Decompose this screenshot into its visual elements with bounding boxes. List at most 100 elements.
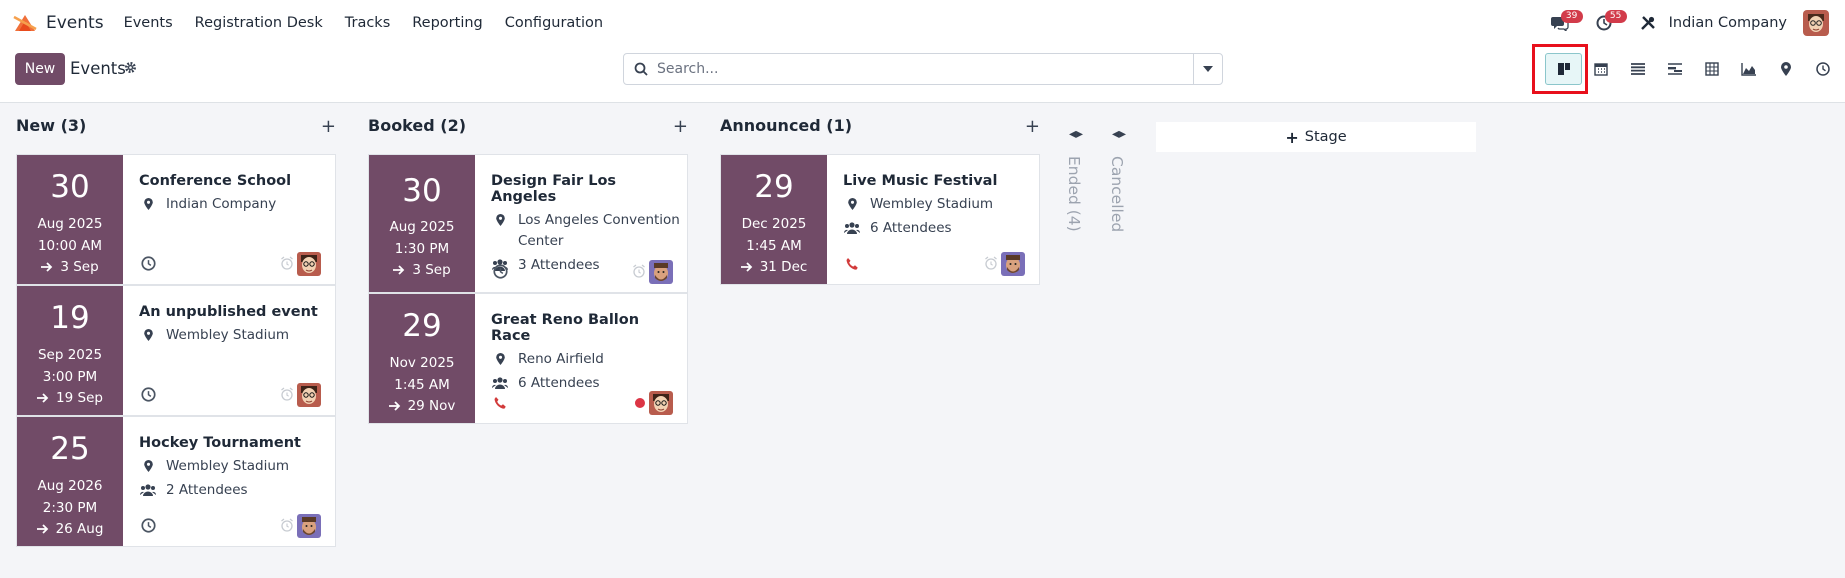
alarm-clock-icon[interactable] (984, 255, 998, 274)
menu-configuration[interactable]: Configuration (505, 15, 603, 31)
phone-activity-icon[interactable] (845, 256, 859, 275)
kanban-icon (1557, 63, 1570, 75)
messages-button[interactable]: 39 (1545, 8, 1583, 38)
responsible-avatar[interactable] (297, 383, 321, 407)
schedule-activity-icon[interactable] (141, 387, 156, 406)
responsible-avatar[interactable] (297, 514, 321, 538)
app-name[interactable]: Events (46, 13, 104, 33)
event-location: Reno Airfield (491, 349, 681, 370)
event-date-block: 29 Dec 2025 1:45 AM 31 Dec (721, 155, 827, 284)
company-switcher[interactable]: Indian Company (1669, 15, 1787, 31)
event-end-date: 19 Sep (17, 390, 123, 406)
user-avatar[interactable] (1803, 10, 1829, 36)
responsible-avatar[interactable] (649, 391, 673, 415)
event-card[interactable]: 30 Aug 2025 10:00 AM 3 Sep Conference School… (16, 154, 336, 285)
event-time: 10:00 AM (37, 238, 103, 254)
map-marker-icon (139, 325, 157, 341)
schedule-activity-icon[interactable] (493, 264, 508, 283)
event-card-body: Hockey Tournament Wembley Stadium 2 Attend… (139, 435, 329, 504)
activities-button[interactable]: 55 (1589, 8, 1627, 38)
alarm-clock-icon[interactable] (632, 263, 646, 282)
view-list-button[interactable] (1619, 53, 1656, 85)
menu-events[interactable]: Events (124, 15, 173, 31)
event-month-year: Sep 2025 (37, 347, 103, 363)
status-red-dot-icon[interactable] (634, 394, 646, 413)
map-marker-icon (139, 194, 157, 210)
add-stage-label: Stage (1304, 129, 1347, 145)
event-time: 1:30 PM (394, 241, 450, 257)
view-graph-button[interactable] (1730, 53, 1767, 85)
menu-registration-desk[interactable]: Registration Desk (195, 15, 323, 31)
event-date-block: 30 Aug 2025 10:00 AM 3 Sep (17, 155, 123, 284)
responsible-avatar[interactable] (297, 252, 321, 276)
column-header: Booked (2) + (368, 116, 688, 138)
schedule-activity-icon[interactable] (141, 518, 156, 537)
event-name: Live Music Festival (843, 173, 998, 189)
location-text: Wembley Stadium (166, 327, 290, 343)
menu-reporting[interactable]: Reporting (412, 15, 483, 31)
folded-column-title: Cancelled (1108, 156, 1126, 233)
location-text: Wembley Stadium (870, 196, 994, 212)
map-marker-icon (843, 194, 861, 210)
view-map-button[interactable] (1767, 53, 1804, 85)
quick-create-plus-icon[interactable]: + (321, 116, 336, 137)
alarm-clock-icon[interactable] (280, 517, 294, 536)
page-title: Events (70, 59, 126, 78)
add-stage-button[interactable]: + Stage (1156, 122, 1476, 152)
card-status-area (984, 252, 1025, 276)
end-date-text: 31 Dec (759, 259, 808, 275)
column-title[interactable]: Booked (2) (368, 116, 466, 135)
view-activity-button[interactable] (1804, 53, 1841, 85)
responsible-avatar[interactable] (1001, 252, 1025, 276)
view-kanban-button[interactable] (1545, 53, 1582, 85)
card-status-area (280, 252, 321, 276)
gear-icon[interactable] (124, 61, 137, 74)
end-date-text: 3 Sep (412, 262, 451, 278)
quick-create-plus-icon[interactable]: + (673, 116, 688, 137)
event-card-body: An unpublished event Wembley Stadium (139, 304, 329, 349)
search-options-toggle[interactable] (1193, 54, 1222, 84)
view-gantt-button[interactable] (1656, 53, 1693, 85)
event-end-date: 26 Aug (17, 521, 123, 537)
event-card[interactable]: 25 Aug 2026 2:30 PM 26 Aug Hockey Tournament… (16, 416, 336, 547)
messages-badge: 39 (1560, 10, 1583, 23)
event-card[interactable]: 30 Aug 2025 1:30 PM 3 Sep Design Fair Los An… (368, 154, 688, 293)
end-date-text: 29 Nov (407, 398, 456, 414)
app-brand[interactable]: Events (13, 13, 104, 33)
event-card[interactable]: 29 Dec 2025 1:45 AM 31 Dec Live Music Festiv… (720, 154, 1040, 285)
column-title[interactable]: New (3) (16, 116, 86, 135)
folded-column-cancelled[interactable]: ◂▸ Cancelled (1099, 104, 1139, 304)
view-calendar-button[interactable] (1582, 53, 1619, 85)
event-name: Design Fair Los Angeles (491, 173, 617, 205)
column-title[interactable]: Announced (1) (720, 116, 852, 135)
alarm-clock-icon[interactable] (280, 386, 294, 405)
schedule-activity-icon[interactable] (141, 256, 156, 275)
event-date-block: 29 Nov 2025 1:45 AM 29 Nov (369, 294, 475, 423)
search-input[interactable] (655, 55, 1185, 83)
event-attendees: 2 Attendees (139, 480, 329, 501)
folded-column-ended[interactable]: ◂▸ Ended (4) (1056, 104, 1096, 304)
events-app-icon (13, 15, 37, 31)
event-name: Conference School (139, 173, 292, 189)
event-date-block: 30 Aug 2025 1:30 PM 3 Sep (369, 155, 475, 292)
alarm-clock-icon[interactable] (280, 255, 294, 274)
view-pivot-button[interactable] (1693, 53, 1730, 85)
menu-tracks[interactable]: Tracks (345, 15, 391, 31)
users-icon (491, 373, 509, 389)
quick-create-plus-icon[interactable]: + (1025, 116, 1040, 137)
new-button[interactable]: New (15, 53, 65, 85)
event-card-body: Conference School Indian Company (139, 173, 329, 218)
event-card[interactable]: 19 Sep 2025 3:00 PM 19 Sep An unpublished ev… (16, 285, 336, 416)
card-status-area (280, 383, 321, 407)
phone-activity-icon[interactable] (493, 395, 507, 414)
event-card[interactable]: 29 Nov 2025 1:45 AM 29 Nov Great Reno Ballon… (368, 293, 688, 424)
expand-arrows-icon: ◂▸ (1111, 126, 1127, 142)
activities-badge: 55 (1604, 10, 1627, 23)
responsible-avatar[interactable] (649, 260, 673, 284)
event-name: Hockey Tournament (139, 435, 301, 451)
event-month-year: Aug 2026 (37, 478, 103, 494)
main-menu: Events Registration Desk Tracks Reportin… (124, 15, 626, 31)
pivot-table-icon (1704, 62, 1719, 76)
view-switcher (1545, 53, 1841, 85)
debug-tools-button[interactable] (1633, 8, 1663, 38)
